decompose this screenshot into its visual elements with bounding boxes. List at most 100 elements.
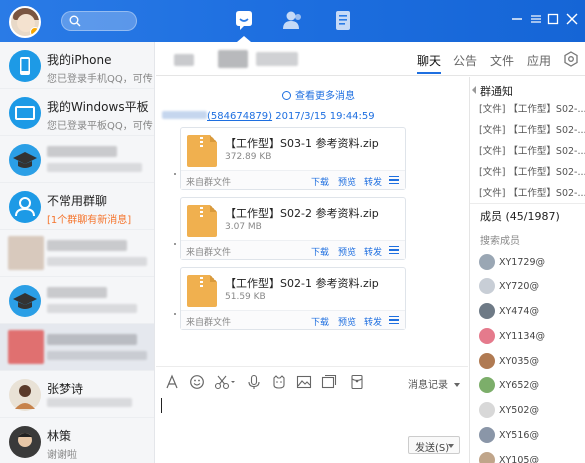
- tab-chat[interactable]: 聊天: [417, 52, 442, 74]
- notice-item[interactable]: [文件] 【工作型】S02-...: [479, 164, 585, 178]
- notice-item[interactable]: [文件] 【工作型】S02-...: [479, 101, 585, 115]
- conversation-item-zhang-mengshi[interactable]: 张梦诗: [0, 371, 154, 418]
- members-title: 成员 (45/1987): [480, 210, 560, 223]
- file-card[interactable]: 【工作型】S02-2 参考资料.zip 3.07 MB 来自群文件 下载 预览 …: [180, 197, 406, 260]
- blurred-name: [47, 240, 127, 251]
- voice-icon[interactable]: [246, 374, 262, 390]
- chevron-down-icon[interactable]: [448, 444, 454, 448]
- member-item[interactable]: XY474@: [479, 303, 585, 323]
- conversation-name: 林策: [47, 429, 72, 443]
- search-box[interactable]: [61, 11, 137, 31]
- maximize-icon[interactable]: [546, 12, 560, 26]
- minimize-icon[interactable]: [510, 12, 524, 26]
- preview-button[interactable]: 预览: [338, 175, 356, 188]
- message-tab-icon[interactable]: [231, 8, 257, 42]
- user-avatar[interactable]: [9, 6, 41, 38]
- phone-icon: [9, 50, 41, 82]
- conversation-item-windows-tablet[interactable]: 我的Windows平板 您已登录平板QQ，可传: [0, 89, 154, 136]
- more-menu-icon[interactable]: [389, 246, 399, 254]
- menu-icon[interactable]: [529, 12, 543, 26]
- more-menu-icon[interactable]: [389, 176, 399, 184]
- blurred-preview: [47, 304, 137, 313]
- view-more-messages[interactable]: 查看更多消息: [282, 87, 355, 102]
- send-label: 发送(S): [415, 443, 450, 454]
- red-packet-icon[interactable]: [349, 374, 365, 390]
- file-source: 来自群文件: [186, 318, 232, 328]
- screenshot-scissors-icon[interactable]: [214, 374, 236, 390]
- graduation-cap-icon: [9, 144, 41, 176]
- tablet-icon: [9, 97, 41, 129]
- sticker-icon[interactable]: [271, 374, 287, 390]
- conversation-name: 我的iPhone: [47, 53, 112, 67]
- tab-files[interactable]: 文件: [490, 52, 514, 69]
- blurred-preview: [47, 257, 147, 266]
- member-item[interactable]: XY502@: [479, 402, 585, 422]
- settings-icon[interactable]: [563, 51, 579, 67]
- view-more-label: 查看更多消息: [295, 91, 355, 102]
- member-name: XY035@: [499, 356, 539, 367]
- member-item[interactable]: XY035@: [479, 353, 585, 373]
- file-name: 【工作型】S02-2 参考资料.zip: [225, 207, 379, 220]
- search-icon: [69, 15, 81, 27]
- member-item[interactable]: XY516@: [479, 427, 585, 447]
- clock-icon: [282, 91, 291, 100]
- member-item[interactable]: XY720@: [479, 278, 585, 298]
- notice-item[interactable]: [文件] 【工作型】S02-...: [479, 143, 585, 157]
- notice-item[interactable]: [文件] 【工作型】S02-...: [479, 185, 585, 199]
- space-tab-icon[interactable]: [330, 8, 356, 34]
- font-icon[interactable]: [164, 374, 180, 390]
- tab-announcement[interactable]: 公告: [453, 52, 477, 69]
- tab-apps[interactable]: 应用: [527, 52, 551, 69]
- message-input[interactable]: 发送(S): [156, 396, 468, 463]
- member-item[interactable]: XY652@: [479, 377, 585, 397]
- file-size: 3.07 MB: [225, 222, 262, 232]
- chat-header: 聊天 公告 文件 应用: [156, 42, 585, 76]
- member-item[interactable]: XY1134@: [479, 328, 585, 348]
- close-icon[interactable]: [565, 12, 579, 26]
- blurred-sender-name: [162, 111, 207, 119]
- message-area: 查看更多消息 (584674879) 2017/3/15 19:44:59 【工…: [156, 77, 468, 365]
- conversation-item-group-blurred[interactable]: [0, 136, 154, 183]
- notice-item[interactable]: [文件] 【工作型】S02-...: [479, 122, 585, 136]
- forward-button[interactable]: 转发: [364, 315, 382, 328]
- member-item[interactable]: XY105@: [479, 452, 585, 463]
- forward-button[interactable]: 转发: [364, 175, 382, 188]
- conversation-name: 张梦诗: [47, 382, 84, 396]
- download-button[interactable]: 下载: [311, 245, 329, 258]
- member-name: XY516@: [499, 430, 539, 441]
- album-icon[interactable]: [321, 374, 337, 390]
- conversation-item-iphone[interactable]: 我的iPhone 您已登录手机QQ，可传: [0, 42, 154, 89]
- new-message-notice: [1个群聊有新消息]: [47, 215, 132, 226]
- history-label: 消息记录: [408, 380, 448, 391]
- download-button[interactable]: 下载: [311, 315, 329, 328]
- message-timestamp: 2017/3/15 19:44:59: [275, 111, 375, 122]
- contacts-tab-icon[interactable]: [280, 8, 306, 34]
- composer-toolbar: 消息记录: [156, 366, 468, 396]
- forward-button[interactable]: 转发: [364, 245, 382, 258]
- conversation-item-inactive-groups[interactable]: 不常用群聊 [1个群聊有新消息]: [0, 183, 154, 230]
- image-icon[interactable]: [296, 374, 312, 390]
- member-name: XY1729@: [499, 257, 545, 268]
- preview-button[interactable]: 预览: [338, 245, 356, 258]
- blurred-avatar: [8, 236, 44, 270]
- blurred-name: [47, 287, 107, 298]
- preview-button[interactable]: 预览: [338, 315, 356, 328]
- download-button[interactable]: 下载: [311, 175, 329, 188]
- status-indicator-icon[interactable]: [30, 27, 39, 36]
- conversation-item-group-blurred-2[interactable]: [0, 277, 154, 324]
- conversation-item-lin-ce[interactable]: 林策 谢谢啦: [0, 418, 154, 463]
- file-card[interactable]: 【工作型】S03-1 参考资料.zip 372.89 KB 来自群文件 下载 预…: [180, 127, 406, 190]
- member-name: XY474@: [499, 306, 539, 317]
- message-history-button[interactable]: 消息记录: [408, 376, 461, 391]
- emoji-icon[interactable]: [189, 374, 205, 390]
- conversation-list: 我的iPhone 您已登录手机QQ，可传 我的Windows平板 您已登录平板Q…: [0, 42, 155, 463]
- search-member-input[interactable]: 搜索成员: [480, 232, 520, 247]
- more-menu-icon[interactable]: [389, 316, 399, 324]
- member-item[interactable]: XY1729@: [479, 254, 585, 274]
- file-card[interactable]: 【工作型】S02-1 参考资料.zip 51.59 KB 来自群文件 下载 预览…: [180, 267, 406, 330]
- conversation-item-blurred[interactable]: [0, 230, 154, 277]
- collapse-arrow-icon[interactable]: [472, 86, 476, 94]
- sender-id[interactable]: (584674879): [207, 111, 272, 122]
- send-button[interactable]: 发送(S): [408, 436, 460, 454]
- conversation-item-selected[interactable]: [0, 324, 154, 371]
